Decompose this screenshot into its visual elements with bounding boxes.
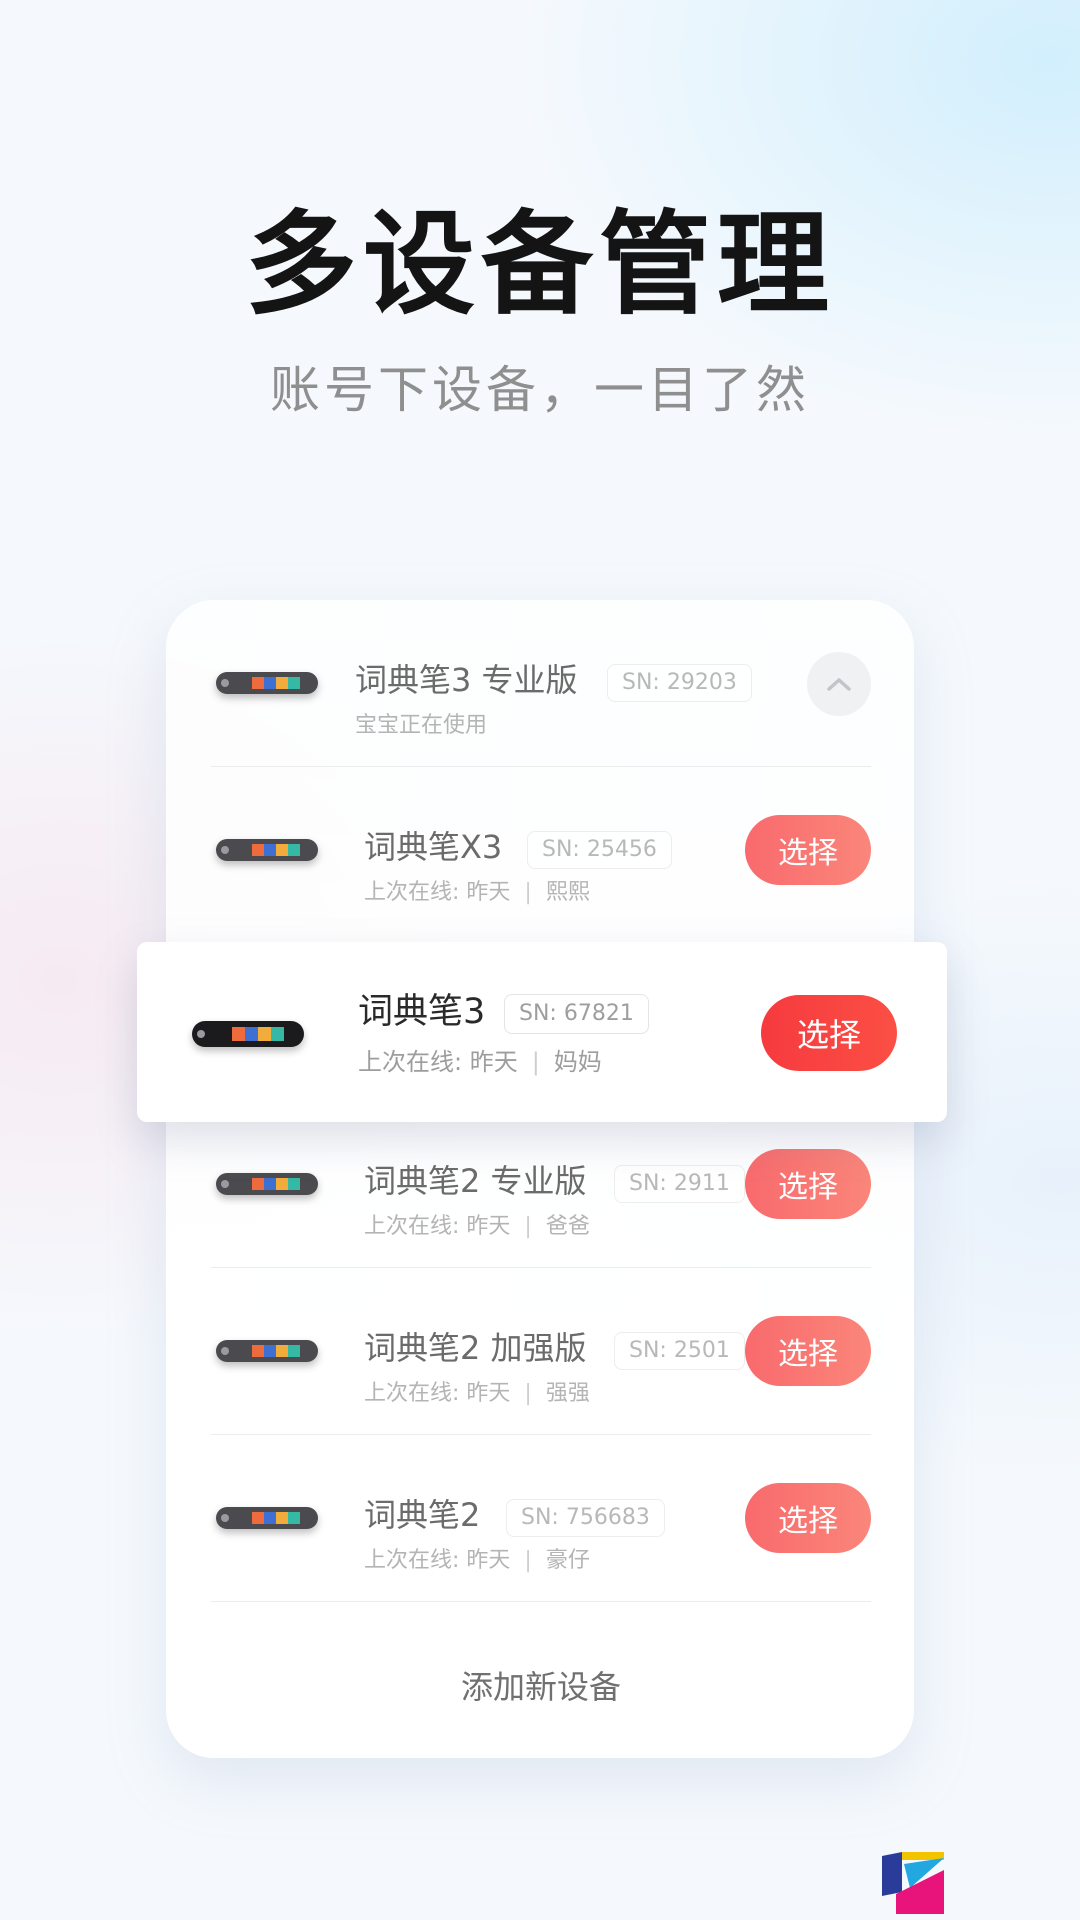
device-sn-badge: SN: 29203 bbox=[607, 664, 752, 702]
device-list-card: 词典笔3 专业版 SN: 29203 宝宝正在使用 词典笔X3 SN: 2545… bbox=[166, 600, 914, 1758]
device-user: 豪仔 bbox=[545, 1548, 590, 1573]
device-name: 词典笔3 bbox=[358, 992, 486, 1032]
device-status: 上次在线: 昨天 | 妈妈 bbox=[358, 1048, 602, 1076]
device-sn-badge: SN: 67821 bbox=[504, 994, 649, 1034]
device-status: 上次在线: 昨天 | 爸爸 bbox=[364, 1214, 590, 1239]
select-button[interactable]: 选择 bbox=[745, 1316, 871, 1386]
pen-device-image bbox=[216, 1340, 318, 1362]
device-status: 上次在线: 昨天 | 豪仔 bbox=[364, 1548, 590, 1573]
device-sn-badge: SN: 25456 bbox=[527, 831, 672, 869]
pen-device-image bbox=[216, 1507, 318, 1529]
device-name: 词典笔2 bbox=[364, 1496, 481, 1534]
device-name: 词典笔2 专业版 bbox=[364, 1162, 587, 1200]
select-button[interactable]: 选择 bbox=[745, 815, 871, 885]
device-name: 词典笔2 加强版 bbox=[364, 1329, 587, 1367]
select-button[interactable]: 选择 bbox=[761, 995, 897, 1071]
device-sn-badge: SN: 2911 bbox=[614, 1165, 745, 1203]
chevron-up-icon bbox=[827, 678, 851, 691]
device-row[interactable]: 词典笔2 专业版 SN: 2911 上次在线: 昨天 | 爸爸 选择 bbox=[211, 1101, 871, 1268]
device-status: 上次在线: 昨天 | 熙熙 bbox=[364, 880, 590, 905]
pen-device-image bbox=[216, 839, 318, 861]
pen-device-image bbox=[192, 1021, 304, 1047]
device-row[interactable]: 词典笔X3 SN: 25456 上次在线: 昨天 | 熙熙 选择 bbox=[211, 767, 871, 934]
device-sn-badge: SN: 2501 bbox=[614, 1332, 745, 1370]
page-title: 多设备管理 bbox=[245, 200, 835, 330]
select-button[interactable]: 选择 bbox=[745, 1483, 871, 1553]
device-user: 强强 bbox=[545, 1381, 590, 1406]
device-user: 妈妈 bbox=[553, 1048, 602, 1076]
app-logo-icon bbox=[882, 1852, 944, 1914]
device-name: 词典笔3 专业版 bbox=[355, 661, 578, 699]
device-user: 熙熙 bbox=[545, 880, 590, 905]
device-row-current[interactable]: 词典笔3 专业版 SN: 29203 宝宝正在使用 bbox=[211, 600, 871, 767]
pen-device-image bbox=[216, 672, 318, 694]
device-row[interactable]: 词典笔2 加强版 SN: 2501 上次在线: 昨天 | 强强 选择 bbox=[211, 1268, 871, 1435]
select-button[interactable]: 选择 bbox=[745, 1149, 871, 1219]
device-name: 词典笔X3 bbox=[364, 828, 503, 866]
device-row[interactable]: 词典笔2 SN: 756683 上次在线: 昨天 | 豪仔 选择 bbox=[211, 1435, 871, 1602]
add-device-button[interactable]: 添加新设备 bbox=[211, 1657, 871, 1717]
device-status: 上次在线: 昨天 | 强强 bbox=[364, 1381, 590, 1406]
page-subtitle: 账号下设备，一目了然 bbox=[270, 361, 810, 419]
device-row-highlighted[interactable]: 词典笔3 SN: 67821 上次在线: 昨天 | 妈妈 选择 bbox=[137, 942, 947, 1122]
collapse-button[interactable] bbox=[807, 652, 871, 716]
device-sn-badge: SN: 756683 bbox=[506, 1499, 665, 1537]
device-status: 宝宝正在使用 bbox=[355, 713, 488, 738]
pen-device-image bbox=[216, 1173, 318, 1195]
device-user: 爸爸 bbox=[545, 1214, 590, 1239]
